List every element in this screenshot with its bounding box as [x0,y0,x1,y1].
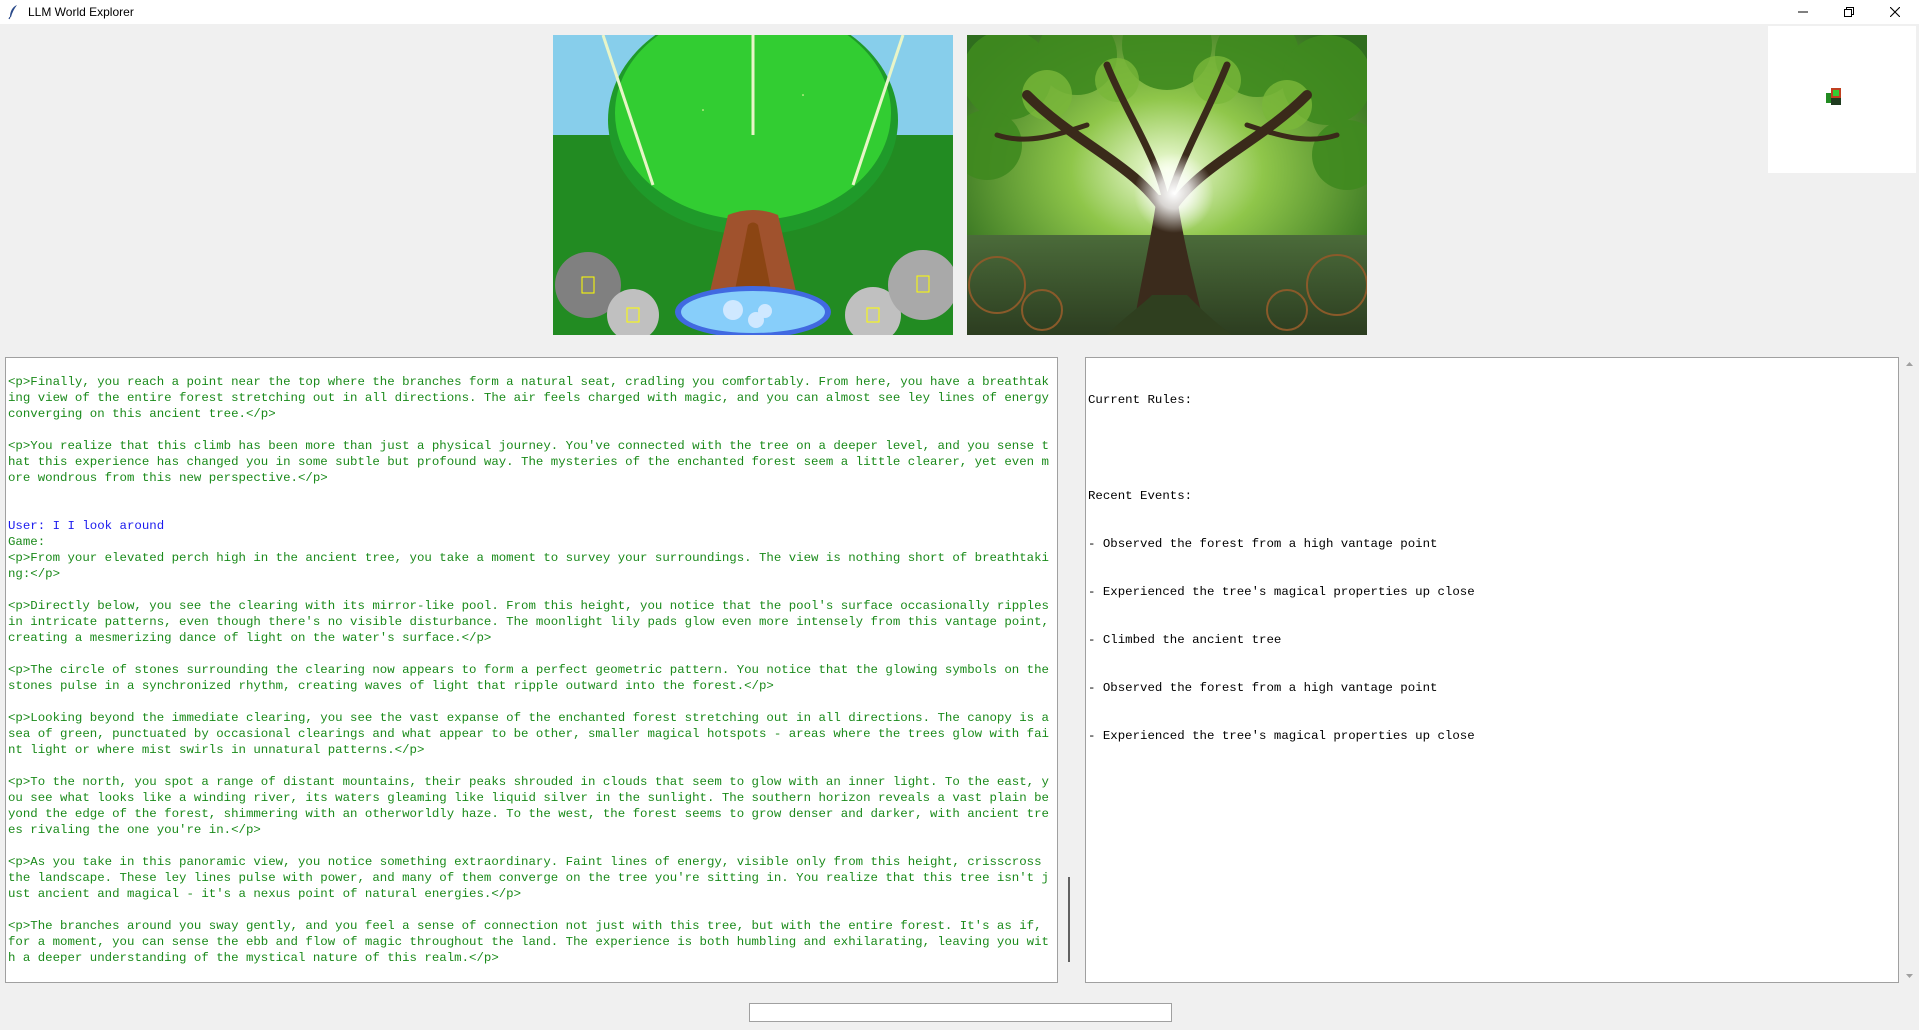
command-input[interactable] [749,1003,1172,1022]
rules-scrollbar[interactable] [1900,357,1919,983]
scroll-down-arrow-icon [1906,974,1913,978]
scroll-up-arrow-icon [1906,362,1913,366]
game-text-line: <p>As you take in this panoramic view, y… [8,855,1049,901]
story-scrollbar[interactable] [1062,357,1082,983]
game-text-line: <p>From your elevated perch high in the … [8,551,1049,581]
feather-app-icon [8,5,17,20]
minimap [1768,26,1916,173]
event-item: - Experienced the tree's magical propert… [1088,585,1475,599]
game-text-line: <p>To the north, you spot a range of dis… [8,775,1049,837]
game-text-line: <p>Looking beyond the immediate clearing… [8,711,1057,757]
game-text-line: <p>The circle of stones surrounding the … [8,663,1057,693]
game-text-line: <p>Finally, you reach a point near the t… [8,375,1057,421]
minimize-button[interactable] [1780,0,1826,24]
rules-header: Current Rules: [1088,393,1193,407]
generated-scene-image [553,35,953,335]
game-text-line: Game: [8,535,46,549]
game-text-line: <p>You realize that this climb has been … [8,439,1049,485]
story-log[interactable]: <p>Finally, you reach a point near the t… [5,357,1058,983]
ancient-tree-image [967,35,1367,335]
title-bar: LLM World Explorer [0,0,1919,24]
story-scrollbar-thumb[interactable] [1068,877,1070,962]
close-icon [1890,7,1900,17]
rules-panel[interactable]: Current Rules: Recent Events: - Observed… [1085,357,1899,983]
event-item: - Experienced the tree's magical propert… [1088,729,1475,743]
game-text-line: <p>Directly below, you see the clearing … [8,599,1057,645]
restore-button[interactable] [1826,0,1872,24]
restore-icon [1844,7,1854,17]
event-item: - Climbed the ancient tree [1088,633,1282,647]
events-header: Recent Events: [1088,489,1193,503]
window-title: LLM World Explorer [28,5,134,19]
game-text-line: <p>The branches around you sway gently, … [8,919,1049,965]
event-item: - Observed the forest from a high vantag… [1088,681,1438,695]
minimize-icon [1798,11,1808,13]
event-item: - Observed the forest from a high vantag… [1088,537,1438,551]
user-command-line: User: I I look around [8,519,165,533]
close-button[interactable] [1872,0,1918,24]
